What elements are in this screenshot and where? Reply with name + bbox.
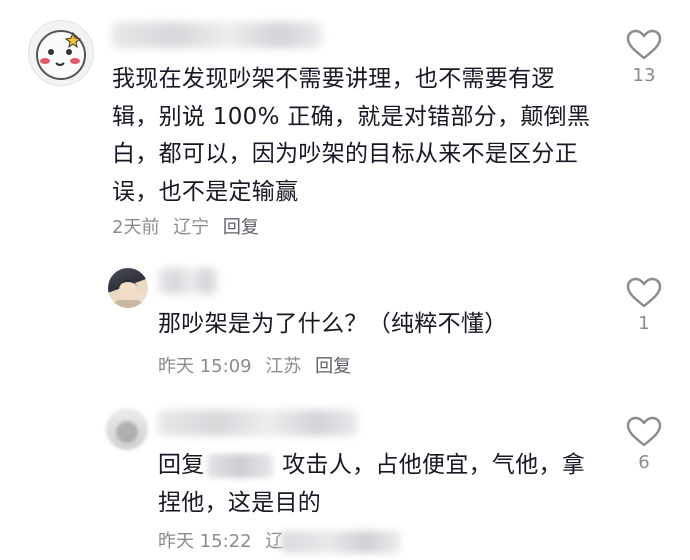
- avatar[interactable]: [28, 20, 94, 86]
- heart-outline-icon: [626, 416, 662, 447]
- reply-text: 回复 攻击人，占他便宜，气他，拿捏他，这是目的: [158, 447, 598, 522]
- heart-outline-icon: [626, 277, 662, 308]
- reply-button[interactable]: 回复: [223, 217, 259, 238]
- like-button[interactable]: 6: [624, 416, 664, 473]
- username-redacted[interactable]: [158, 410, 358, 436]
- reply-time: 昨天 15:09: [158, 356, 252, 377]
- avatar[interactable]: [106, 408, 148, 450]
- reply-time: 昨天 15:22: [158, 531, 252, 552]
- heart-outline-icon: [626, 29, 662, 60]
- like-button[interactable]: 13: [624, 29, 664, 86]
- reply-button[interactable]: 回复: [315, 356, 351, 377]
- username-redacted[interactable]: [158, 268, 218, 294]
- like-count: 13: [632, 65, 656, 86]
- reply-meta: 昨天 15:22 辽: [158, 527, 409, 553]
- reply-prefix: 回复: [158, 452, 205, 478]
- comment-text: 我现在发现吵架不需要讲理，也不需要有逻辑，别说 100% 正确，就是对错部分，颠…: [112, 66, 591, 205]
- reply-location: 江苏: [265, 356, 302, 377]
- comment-time: 2天前: [112, 217, 160, 238]
- comment-location: 辽宁: [173, 217, 210, 238]
- mention-redacted[interactable]: [206, 453, 273, 478]
- username-redacted[interactable]: [112, 22, 322, 48]
- like-button[interactable]: 1: [624, 277, 664, 334]
- reply-text: 那吵架是为了什么？（纯粹不懂）: [158, 311, 508, 337]
- avatar-cartoon-icon: [36, 30, 86, 80]
- like-count: 1: [638, 313, 650, 334]
- meta-redacted: [281, 531, 402, 553]
- avatar-portrait-icon: [114, 280, 142, 308]
- avatar[interactable]: [108, 268, 148, 308]
- comment-meta: 2天前 辽宁 回复: [112, 213, 267, 239]
- like-count: 6: [638, 452, 650, 473]
- avatar-blurred-icon: [116, 421, 138, 443]
- reply-meta: 昨天 15:09 江苏 回复: [158, 352, 359, 378]
